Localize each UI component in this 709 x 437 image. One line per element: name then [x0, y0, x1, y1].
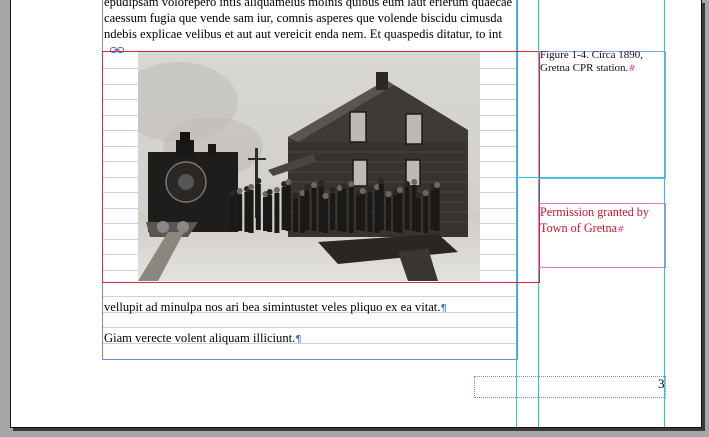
- crowd-person-head: [385, 191, 392, 197]
- crowd-person: [330, 193, 336, 230]
- credit-line: Town of Gretna: [540, 221, 617, 235]
- crowd-person-head: [341, 183, 348, 189]
- crowd-person: [360, 194, 366, 231]
- crowd-person: [416, 198, 421, 232]
- crowd-person-head: [348, 181, 355, 187]
- crowd-person: [293, 198, 298, 232]
- crowd-person-head: [415, 192, 422, 198]
- crowd-person-head: [266, 189, 273, 195]
- crowd-person: [434, 188, 440, 231]
- crowd-person-head: [292, 192, 299, 198]
- baseline-grid-line: [103, 296, 516, 297]
- crowd-person: [341, 189, 347, 232]
- crowd-person-head: [396, 187, 403, 193]
- end-of-story-mark: #: [628, 64, 636, 74]
- crowd-person: [230, 196, 235, 230]
- crowd-person: [423, 196, 429, 233]
- page-number-frame[interactable]: [474, 376, 666, 398]
- historical-station-photo[interactable]: [138, 52, 480, 281]
- photo-illustration: [138, 52, 480, 281]
- crowd-person-head: [311, 182, 318, 188]
- crowd-person-head: [285, 179, 292, 185]
- end-of-story-mark: #: [617, 225, 625, 235]
- crowd-person-head: [303, 184, 310, 190]
- page-number[interactable]: 3: [658, 376, 665, 392]
- crowd-person-head: [422, 190, 429, 196]
- photo-credit[interactable]: Permission granted by Town of Gretna#: [540, 204, 664, 238]
- crowd-person-head: [359, 188, 366, 194]
- credit-line: Permission granted by: [540, 205, 649, 219]
- crowd-person-head: [329, 187, 336, 193]
- crowd-person: [237, 194, 243, 231]
- crowd-person: [404, 187, 410, 230]
- body-paragraph[interactable]: vellupit ad minulpa nos ari bea simintus…: [104, 299, 447, 317]
- crowd-person-head: [404, 181, 411, 187]
- crowd-person: [248, 190, 254, 233]
- crowd-person-head: [273, 187, 280, 193]
- crowd-person: [255, 184, 261, 230]
- crowd-person: [386, 197, 391, 231]
- crowd-person: [304, 190, 310, 230]
- paragraph-text: vellupit ad minulpa nos ari bea simintus…: [104, 300, 441, 314]
- body-text-line[interactable]: epudipsam volorepero intis aliquamelus m…: [104, 0, 516, 10]
- paragraph-text: Giam verecte volent aliquam illiciunt.: [104, 331, 296, 345]
- crowd-person-head: [255, 178, 262, 184]
- crowd-person-head: [236, 188, 243, 194]
- pilcrow-mark: ¶: [440, 303, 447, 314]
- pilcrow-mark: ¶: [295, 334, 302, 345]
- body-paragraph[interactable]: Giam verecte volent aliquam illiciunt.¶: [104, 330, 302, 348]
- crowd-person: [274, 193, 280, 233]
- crowd-person-head: [411, 179, 418, 185]
- crowd-person-head: [229, 190, 236, 196]
- body-text-line[interactable]: caessum fugia que vende sam iur, comnis …: [104, 10, 516, 26]
- crowd-person-head: [378, 178, 385, 184]
- crowd-person: [397, 193, 403, 233]
- crowd-person-head: [366, 186, 373, 192]
- crowd-person: [285, 185, 291, 231]
- crowd-person: [267, 195, 273, 232]
- crowd-person-head: [248, 184, 255, 190]
- crowd-person: [348, 187, 354, 233]
- crowd-person-head: [322, 193, 329, 199]
- crowd-person: [323, 199, 328, 233]
- crowd-person-head: [318, 180, 325, 186]
- body-text-line[interactable]: ndebis explicae velibus et aut aut verei…: [104, 26, 516, 42]
- crowd-person: [378, 184, 384, 230]
- crowd-person: [311, 188, 317, 231]
- crowd-person: [367, 192, 373, 232]
- figure-caption[interactable]: Figure 1-4. Circa 1890, Gretna CPR stati…: [540, 49, 662, 76]
- baseline-grid-line: [103, 327, 516, 328]
- crowd-person-head: [434, 182, 441, 188]
